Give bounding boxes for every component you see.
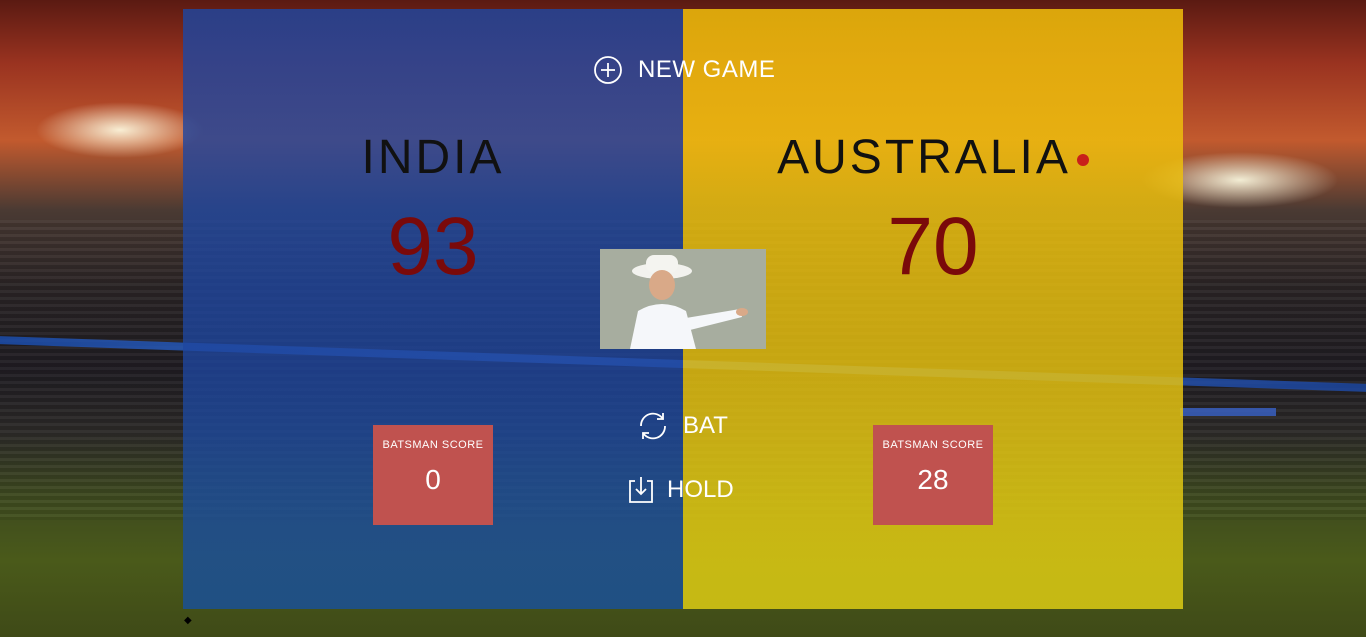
team-name-text: INDIA bbox=[361, 131, 505, 184]
refresh-icon bbox=[640, 412, 666, 440]
stadium-ad-board-right bbox=[1180, 408, 1276, 416]
hold-label: HOLD bbox=[667, 476, 734, 503]
bat-button[interactable]: BAT bbox=[635, 410, 728, 442]
active-team-indicator bbox=[1076, 154, 1089, 167]
new-game-label: NEW GAME bbox=[638, 56, 776, 83]
batsman-score-label: BATSMAN SCORE bbox=[382, 439, 484, 451]
team-name-text: AUSTRALIA bbox=[777, 131, 1071, 184]
new-game-button[interactable]: NEW GAME bbox=[593, 53, 775, 87]
india-team-name: INDIA bbox=[183, 130, 683, 185]
india-batsman-score-box: BATSMAN SCORE 0 bbox=[373, 425, 493, 525]
download-tray-icon bbox=[629, 477, 653, 503]
umpire-illustration bbox=[600, 249, 766, 349]
batsman-score-label: BATSMAN SCORE bbox=[882, 439, 984, 451]
batsman-score-value: 0 bbox=[425, 464, 441, 495]
batsman-score-value: 28 bbox=[917, 464, 949, 495]
hold-button[interactable]: HOLD bbox=[627, 475, 734, 505]
footer-bullet: ◆ bbox=[184, 615, 192, 626]
australia-team-name: AUSTRALIA bbox=[683, 130, 1183, 185]
australia-batsman-score-box: BATSMAN SCORE 28 bbox=[873, 425, 993, 525]
bat-label: BAT bbox=[683, 412, 728, 439]
circle-plus-icon bbox=[594, 56, 622, 84]
umpire-image bbox=[600, 249, 766, 349]
